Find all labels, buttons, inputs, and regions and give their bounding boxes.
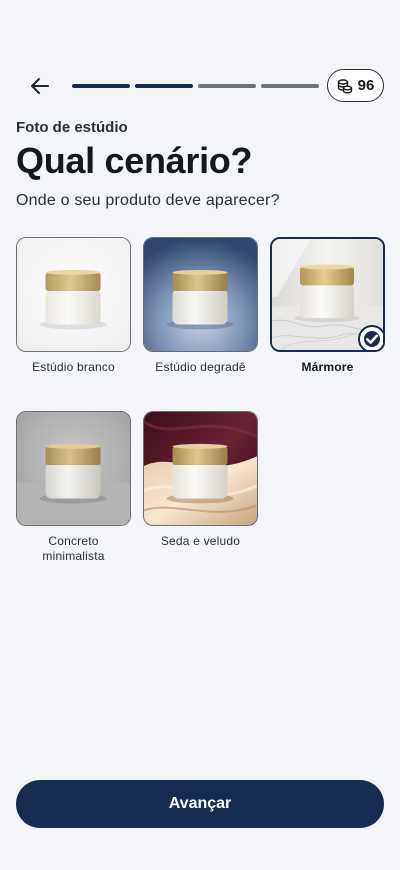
progress-step-4	[261, 84, 319, 88]
option-card-estudio-degrade[interactable]: Estúdio degradê	[143, 237, 258, 375]
option-thumbnail-selected[interactable]	[270, 237, 385, 352]
page-subtitle: Onde o seu produto deve aparecer?	[16, 192, 280, 209]
progress-step-1	[72, 84, 130, 88]
option-label: Estúdio branco	[32, 360, 115, 374]
arrow-left-icon	[31, 78, 49, 94]
jar-image	[17, 412, 130, 525]
credits-count: 96	[357, 77, 375, 94]
option-thumbnail[interactable]	[16, 411, 131, 526]
option-label: Concreto minimalista	[42, 534, 105, 563]
progress-step-2	[135, 84, 193, 88]
selected-check-badge	[358, 325, 383, 350]
option-card-marmore[interactable]: Mármore	[270, 237, 385, 375]
check-icon	[365, 334, 379, 344]
page-title: Qual cenário?	[16, 140, 253, 181]
option-label: Estúdio degradê	[155, 360, 246, 374]
top-bar: 96	[0, 68, 400, 104]
back-button[interactable]	[26, 73, 54, 99]
next-button[interactable]: Avançar	[16, 780, 384, 828]
jar-image	[17, 238, 130, 351]
progress-step-3	[198, 84, 256, 88]
option-thumbnail[interactable]	[16, 237, 131, 352]
progress-indicator	[72, 84, 319, 88]
credits-badge[interactable]: 96	[327, 69, 384, 102]
option-card-concreto-minimalista[interactable]: Concreto minimalista	[16, 411, 131, 564]
jar-image	[144, 238, 257, 351]
jar-image	[144, 412, 257, 525]
option-card-seda-e-veludo[interactable]: Seda e veludo	[143, 411, 258, 549]
coins-icon	[337, 78, 352, 94]
option-thumbnail[interactable]	[143, 411, 258, 526]
option-label: Mármore	[301, 360, 354, 374]
step-eyebrow: Foto de estúdio	[16, 119, 128, 136]
option-thumbnail[interactable]	[143, 237, 258, 352]
option-card-estudio-branco[interactable]: Estúdio branco	[16, 237, 131, 375]
option-label: Seda e veludo	[160, 534, 241, 548]
